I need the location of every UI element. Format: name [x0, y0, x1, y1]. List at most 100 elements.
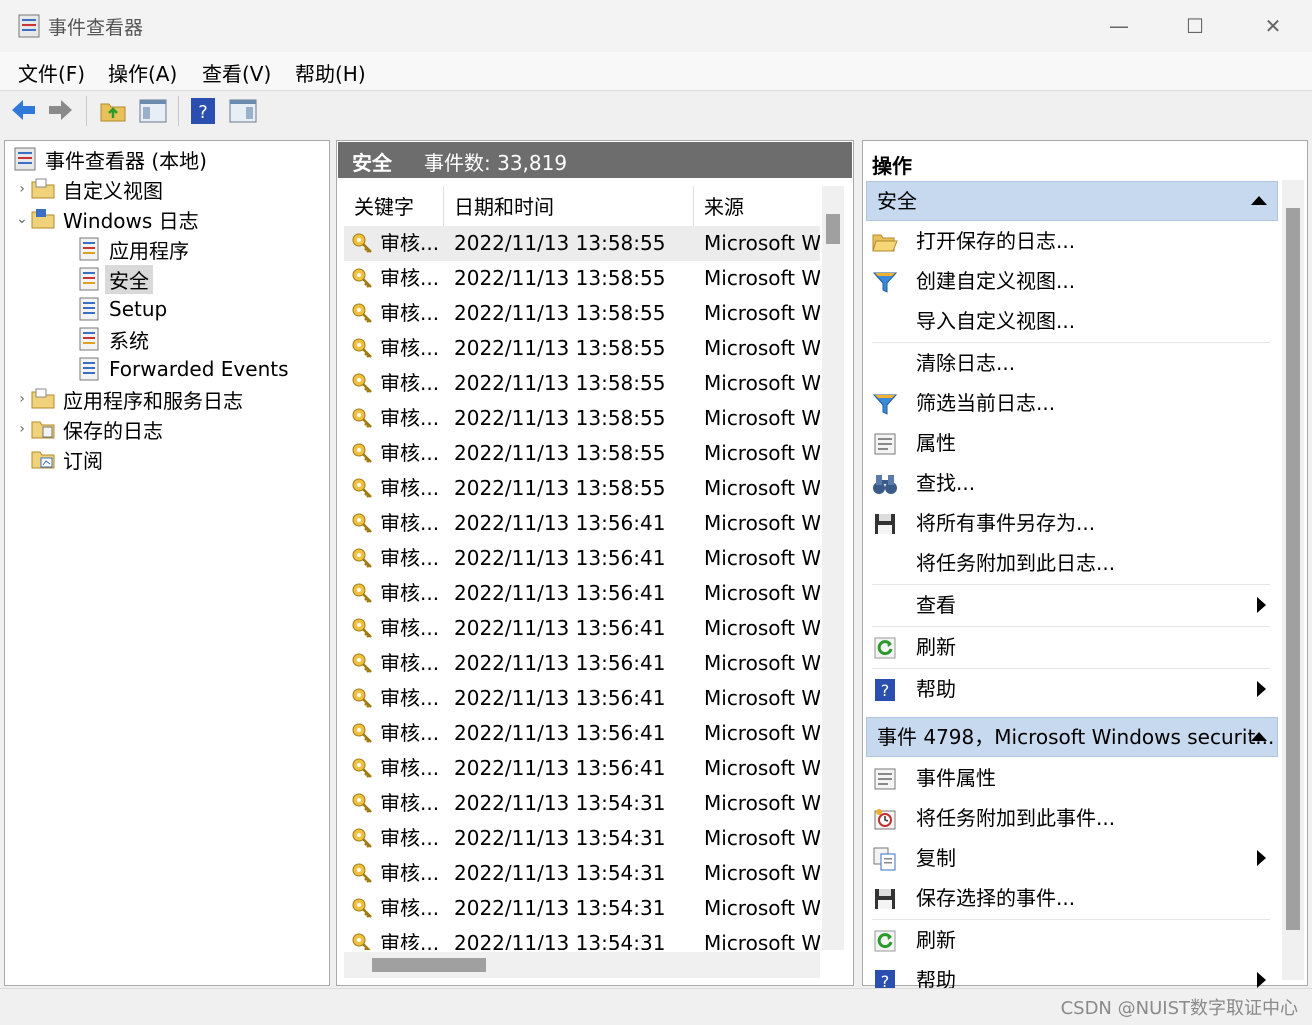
log-icon: [79, 327, 99, 351]
up-folder-icon[interactable]: [98, 94, 128, 126]
action-s1-2[interactable]: 导入自定义视图...: [872, 301, 1272, 341]
event-viewer-icon: [14, 147, 36, 171]
watermark-text: CSDN @NUIST数字取证中心: [1060, 998, 1298, 1019]
table-horizontal-scroll-thumb[interactable]: [372, 958, 486, 972]
tree-item-security[interactable]: 安全: [77, 264, 153, 294]
chevron-right-icon[interactable]: ›: [13, 421, 31, 437]
section-header-label: 安全: [877, 189, 917, 213]
table-row[interactable]: 审核... 2022/11/13 13:56:41 Microsoft Wi: [344, 576, 820, 611]
keyword-cell: 审核...: [350, 226, 439, 261]
table-row[interactable]: 审核... 2022/11/13 13:56:41 Microsoft Wi: [344, 541, 820, 576]
table-row[interactable]: 审核... 2022/11/13 13:56:41 Microsoft Wi: [344, 611, 820, 646]
menu-help[interactable]: 帮助(H): [295, 58, 366, 87]
tree-item-custom-views[interactable]: › 自定义视图: [13, 175, 163, 203]
action-s2-0[interactable]: 事件属性: [872, 758, 1272, 798]
log-icon: [79, 267, 99, 291]
refresh-icon: [874, 637, 896, 659]
keyword-text: 审核...: [380, 721, 440, 745]
tree-item-saved-logs[interactable]: › 保存的日志: [13, 415, 163, 443]
table-vertical-scrollbar[interactable]: [822, 186, 844, 950]
tree-item-setup[interactable]: Setup: [77, 295, 167, 323]
action-s1-5[interactable]: 属性: [872, 423, 1272, 463]
chevron-down-icon[interactable]: ⌄: [13, 211, 31, 227]
tree-item-subscriptions[interactable]: 订阅: [31, 445, 103, 473]
table-row[interactable]: 审核... 2022/11/13 13:58:55 Microsoft Wi: [344, 296, 820, 331]
action-pane-icon[interactable]: [228, 94, 258, 126]
save-icon: [875, 889, 895, 909]
action-s2-3[interactable]: 保存选择的事件...: [872, 878, 1272, 918]
action-s1-0[interactable]: 打开保存的日志...: [872, 221, 1272, 261]
action-label: 刷新: [916, 635, 956, 659]
key-icon: [352, 233, 372, 253]
source-cell: Microsoft Wi: [704, 371, 820, 395]
action-s1-9[interactable]: 查看: [872, 585, 1272, 625]
tree-item-root[interactable]: 事件查看器 (本地): [13, 145, 207, 173]
action-s1-1[interactable]: 创建自定义视图...: [872, 261, 1272, 301]
chevron-right-icon[interactable]: ›: [13, 391, 31, 407]
close-button[interactable]: ✕: [1258, 12, 1288, 40]
table-row[interactable]: 审核... 2022/11/13 13:54:31 Microsoft Wi: [344, 856, 820, 891]
section-header-security[interactable]: 安全: [866, 181, 1278, 221]
datetime-cell: 2022/11/13 13:58:55: [454, 231, 666, 255]
action-s2-4[interactable]: 刷新: [872, 920, 1272, 960]
tree-item-windows-logs[interactable]: ⌄ Windows 日志: [13, 205, 199, 233]
action-s1-6[interactable]: 查找...: [872, 463, 1272, 503]
action-s1-3[interactable]: 清除日志...: [872, 343, 1272, 383]
table-row[interactable]: 审核... 2022/11/13 13:58:55 Microsoft Wi: [344, 331, 820, 366]
column-header-datetime[interactable]: 日期和时间: [444, 186, 694, 226]
table-row[interactable]: 审核... 2022/11/13 13:56:41 Microsoft Wi: [344, 681, 820, 716]
table-vertical-scroll-thumb[interactable]: [826, 214, 840, 244]
table-row[interactable]: 审核... 2022/11/13 13:58:55 Microsoft Wi: [344, 471, 820, 506]
table-row[interactable]: 审核... 2022/11/13 13:58:55 Microsoft Wi: [344, 401, 820, 436]
source-cell: Microsoft Wi: [704, 721, 820, 745]
menu-action[interactable]: 操作(A): [108, 58, 177, 87]
table-row[interactable]: 审核... 2022/11/13 13:56:41 Microsoft Wi: [344, 506, 820, 541]
keyword-text: 审核...: [380, 861, 440, 885]
tree-item-forwarded-events[interactable]: Forwarded Events: [77, 355, 289, 383]
table-row[interactable]: 审核... 2022/11/13 13:58:55 Microsoft Wi: [344, 436, 820, 471]
column-header-source[interactable]: 来源: [694, 186, 820, 226]
action-label: 创建自定义视图...: [916, 269, 1076, 293]
source-cell: Microsoft Wi: [704, 231, 820, 255]
keyword-cell: 审核...: [350, 576, 439, 611]
table-row[interactable]: 审核... 2022/11/13 13:54:31 Microsoft Wi: [344, 891, 820, 926]
tree-label: 订阅: [63, 448, 103, 473]
column-header-keyword[interactable]: 关键字: [344, 186, 444, 226]
help-icon[interactable]: ?: [188, 94, 218, 126]
chevron-right-icon[interactable]: ›: [13, 181, 31, 197]
collapse-arrow-icon[interactable]: [1251, 196, 1267, 205]
table-row[interactable]: 审核... 2022/11/13 13:58:55 Microsoft Wi: [344, 226, 820, 261]
section-header-event[interactable]: 事件 4798，Microsoft Windows securit...: [866, 717, 1278, 757]
table-row[interactable]: 审核... 2022/11/13 13:54:31 Microsoft Wi: [344, 926, 820, 950]
action-s1-7[interactable]: 将所有事件另存为...: [872, 503, 1272, 543]
tree-item-application[interactable]: 应用程序: [77, 235, 189, 263]
svg-text:?: ?: [198, 102, 208, 123]
action-s1-4[interactable]: 筛选当前日志...: [872, 383, 1272, 423]
table-row[interactable]: 审核... 2022/11/13 13:58:55 Microsoft Wi: [344, 261, 820, 296]
minimize-button[interactable]: —: [1104, 12, 1134, 40]
action-s1-10[interactable]: 刷新: [872, 627, 1272, 667]
action-s2-2[interactable]: 复制: [872, 838, 1272, 878]
show-pane-icon[interactable]: [138, 94, 168, 126]
table-row[interactable]: 审核... 2022/11/13 13:56:41 Microsoft Wi: [344, 716, 820, 751]
menu-view[interactable]: 查看(V): [202, 58, 271, 87]
forward-arrow-icon[interactable]: [46, 94, 76, 126]
maximize-button[interactable]: ☐: [1180, 12, 1210, 40]
tree-item-app-service-logs[interactable]: › 应用程序和服务日志: [13, 385, 243, 413]
table-row[interactable]: 审核... 2022/11/13 13:54:31 Microsoft Wi: [344, 786, 820, 821]
action-s2-1[interactable]: 将任务附加到此事件...: [872, 798, 1272, 838]
actions-vertical-scroll-thumb[interactable]: [1286, 208, 1300, 930]
menu-file[interactable]: 文件(F): [18, 58, 85, 87]
table-row[interactable]: 审核... 2022/11/13 13:56:41 Microsoft Wi: [344, 751, 820, 786]
table-row[interactable]: 审核... 2022/11/13 13:56:41 Microsoft Wi: [344, 646, 820, 681]
tree-item-system[interactable]: 系统: [77, 325, 149, 353]
collapse-arrow-icon[interactable]: [1251, 732, 1267, 741]
table-row[interactable]: 审核... 2022/11/13 13:54:31 Microsoft Wi: [344, 821, 820, 856]
table-row[interactable]: 审核... 2022/11/13 13:58:55 Microsoft Wi: [344, 366, 820, 401]
keyword-text: 审核...: [380, 581, 440, 605]
action-s1-11[interactable]: ? 帮助: [872, 669, 1272, 709]
back-arrow-icon[interactable]: [8, 94, 38, 126]
action-s1-8[interactable]: 将任务附加到此日志...: [872, 543, 1272, 583]
source-cell: Microsoft Wi: [704, 861, 820, 885]
source-cell: Microsoft Wi: [704, 896, 820, 920]
